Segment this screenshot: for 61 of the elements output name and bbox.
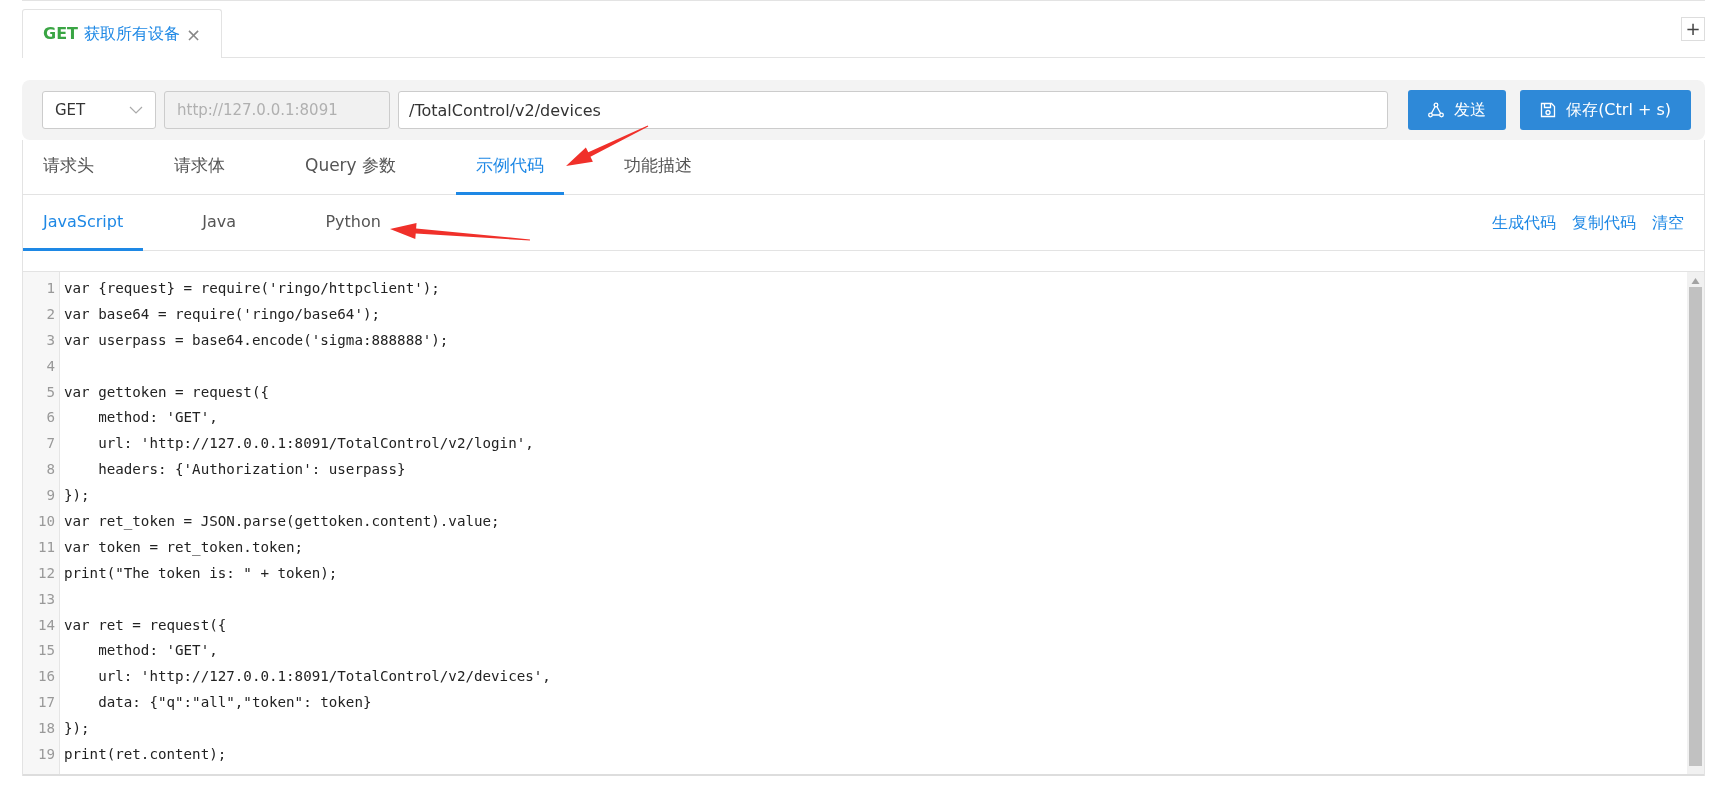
code-line: var gettoken = request({: [63, 382, 270, 402]
scrollbar[interactable]: [1687, 272, 1704, 774]
code-line: });: [63, 486, 91, 506]
code-line: var token = ret_token.token;: [63, 537, 305, 558]
code-line: data: {"q":"all","token": token}: [97, 693, 373, 713]
line-number: 12: [36, 563, 56, 583]
method-label: GET: [43, 23, 78, 45]
method-select[interactable]: GET: [42, 91, 156, 129]
send-button[interactable]: 发送: [1408, 90, 1507, 130]
path-field[interactable]: /TotalControl/v2/devices: [398, 91, 1389, 129]
line-number: 17: [36, 693, 56, 713]
line-number: 16: [36, 667, 56, 687]
line-number: 14: [36, 615, 56, 635]
line-number: 4: [45, 356, 56, 376]
code-line: print("The token is: " + token);: [63, 563, 339, 583]
line-number: 2: [45, 304, 56, 324]
language-tab[interactable]: Python: [295, 195, 412, 251]
code-line: var ret = request({: [63, 615, 228, 635]
language-tab[interactable]: Java: [161, 195, 278, 251]
section-tab[interactable]: 请求体: [154, 140, 245, 195]
share-nodes-icon: [1428, 102, 1445, 118]
line-number: 15: [36, 641, 56, 661]
section-tab[interactable]: 功能描述: [604, 140, 713, 195]
action-link[interactable]: 清空: [1652, 210, 1684, 235]
line-number: 8: [45, 460, 56, 480]
code-line: method: 'GET',: [97, 641, 219, 661]
add-tab-button[interactable]: +: [1681, 17, 1705, 41]
code-line: var {request} = require('ringo/httpclient');: [63, 279, 441, 298]
section-tab[interactable]: 请求头: [23, 140, 114, 195]
line-number: 11: [36, 537, 56, 557]
line-number: 10: [36, 512, 56, 531]
tab-title: 获取所有设备: [84, 23, 180, 45]
line-number: 7: [45, 434, 56, 454]
close-button[interactable]: ×: [186, 20, 202, 48]
language-tab[interactable]: JavaScript: [23, 195, 144, 251]
code-line: var ret_token = JSON.parse(gettoken.content).value;: [63, 512, 501, 532]
line-number: 13: [36, 589, 56, 609]
code-line: url: 'http://127.0.0.1:8091/TotalControl/v2/login',: [97, 434, 535, 454]
action-link[interactable]: 复制代码: [1572, 210, 1636, 235]
action-link[interactable]: 生成代码: [1492, 210, 1556, 235]
scroll-up-icon[interactable]: [1691, 277, 1700, 285]
section-tab[interactable]: 示例代码: [456, 140, 565, 195]
code-line: method: 'GET',: [97, 408, 219, 428]
method-value: GET: [55, 99, 86, 121]
line-number: 6: [45, 408, 56, 428]
line-number: 5: [45, 382, 56, 402]
code-line: headers: {'Authorization': userpass}: [97, 460, 407, 480]
code-line: var base64 = require('ringo/base64');: [63, 304, 382, 324]
code-line: print(ret.content);: [63, 745, 228, 765]
code-line: var userpass = base64.encode('sigma:888888');: [63, 330, 450, 350]
line-number: 3: [45, 330, 56, 350]
code-line: });: [63, 719, 91, 739]
line-number: 9: [45, 486, 56, 506]
request-tab[interactable]: GET 获取所有设备 ×: [22, 9, 222, 58]
save-button[interactable]: 保存(Ctrl + s): [1520, 90, 1691, 130]
line-number: 19: [36, 745, 56, 765]
section-tab[interactable]: Query 参数: [285, 140, 417, 195]
line-number: 18: [36, 719, 56, 739]
line-number: 1: [45, 279, 56, 298]
code-line: url: 'http://127.0.0.1:8091/TotalControl/v2/devices',: [97, 667, 552, 687]
chevron-down-icon: [129, 106, 143, 114]
